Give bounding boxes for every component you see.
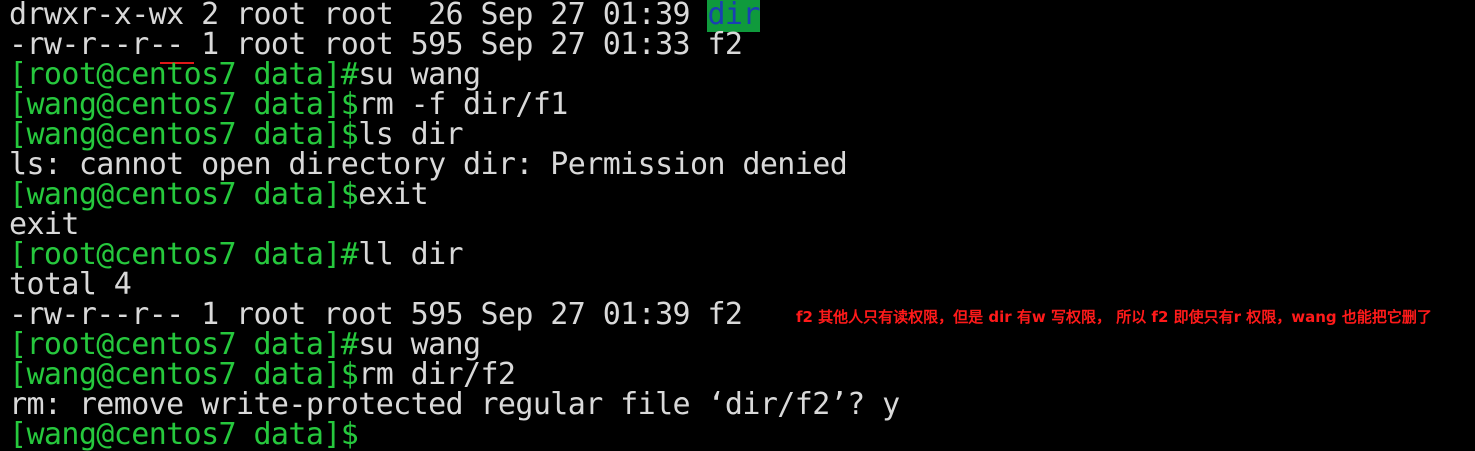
terminal-line-10: total 4: [9, 270, 132, 300]
terminal-line-11: -rw-r--r-- 1 root root 595 Sep 27 01:39 …: [9, 300, 743, 330]
red-annotation-note: f2 其他人只有读权限，但是 dir 有w 写权限， 所以 f2 即使只有r 权…: [796, 308, 1432, 326]
command-text: ll dir: [358, 237, 464, 272]
terminal-line-1: drwxr-x-wx 2 root root 26 Sep 27 01:39 d…: [9, 0, 760, 32]
terminal-line-12: [root@centos7 data]#su wang: [9, 330, 481, 360]
terminal-line-2: -rw-r--r-- 1 root root 595 Sep 27 01:33 …: [9, 30, 743, 60]
terminal-line-14: rm: remove write-protected regular file …: [9, 390, 900, 420]
command-text: exit: [358, 177, 429, 212]
terminal-line-15[interactable]: [wang@centos7 data]$: [9, 417, 359, 451]
terminal-line-9: [root@centos7 data]#ll dir: [9, 237, 464, 272]
terminal-line-5: [wang@centos7 data]$ls dir: [9, 120, 464, 150]
terminal-line-6: ls: cannot open directory dir: Permissio…: [9, 150, 848, 180]
terminal-line-13: [wang@centos7 data]$rm dir/f2: [9, 360, 516, 390]
terminal-line-7: [wang@centos7 data]$exit: [9, 177, 429, 212]
terminal-line-3: [root@centos7 data]#su wang: [9, 60, 481, 90]
shell-prompt: [wang@centos7 data]$: [9, 417, 359, 451]
terminal-window[interactable]: drwxr-x-wx 2 root root 26 Sep 27 01:39 d…: [0, 0, 1475, 451]
terminal-line-8: exit: [9, 210, 79, 240]
terminal-line-4: [wang@centos7 data]$rm -f dir/f1: [9, 90, 568, 120]
